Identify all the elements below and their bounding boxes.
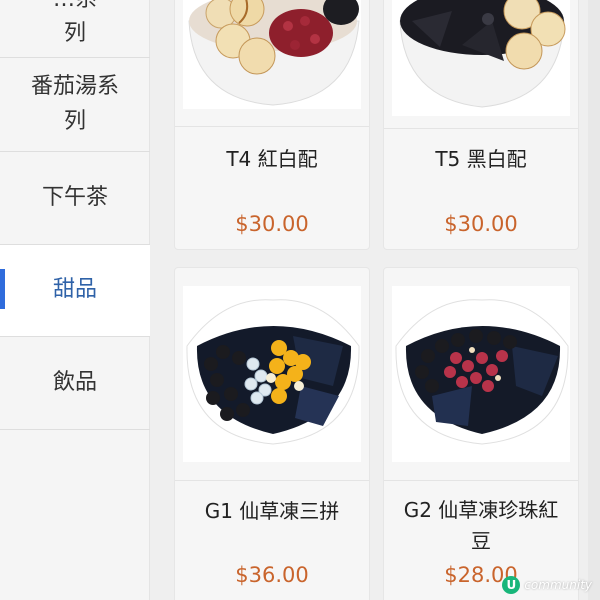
product-name: T4 紅白配: [226, 147, 318, 171]
sidebar-item-afternoon-tea[interactable]: 下午茶: [0, 152, 150, 245]
product-name: G2 仙草凍珍珠紅豆: [403, 498, 559, 553]
card-divider: [175, 126, 369, 127]
product-image: [392, 286, 570, 462]
sidebar-item-previous-series[interactable]: …系 列: [0, 0, 150, 58]
product-image: [392, 0, 570, 116]
sidebar-item-label: 番茄湯系 列: [30, 74, 119, 134]
product-card[interactable]: G2 仙草凍珍珠紅豆 $28.00: [383, 267, 579, 600]
product-card[interactable]: T4 紅白配 $30.00: [174, 0, 370, 250]
product-card[interactable]: G1 仙草凍三拼 $36.00: [174, 267, 370, 600]
sidebar-item-label: 甜品: [52, 277, 97, 303]
product-price: $30.00: [444, 212, 518, 236]
card-divider: [384, 128, 578, 129]
sidebar-item-label: 飲品: [52, 369, 97, 395]
product-price: $36.00: [235, 563, 309, 587]
sidebar-item-desserts[interactable]: 甜品: [0, 245, 150, 337]
product-image: [183, 0, 361, 109]
product-name: T5 黑白配: [435, 147, 527, 171]
product-price: $30.00: [235, 212, 309, 236]
card-divider: [384, 480, 578, 481]
watermark: U community: [502, 576, 592, 594]
sidebar-item-drinks[interactable]: 飲品: [0, 337, 150, 430]
sidebar-item-tomato-soup-series[interactable]: 番茄湯系 列: [0, 58, 150, 152]
product-grid: T4 紅白配 $30.00 T5 黑白配 $30.00 G1 仙草凍三拼 $36…: [150, 0, 600, 600]
product-image: [183, 286, 361, 462]
brand-logo-icon: U: [502, 576, 521, 594]
active-indicator: [0, 269, 5, 309]
watermark-text: community: [524, 578, 592, 592]
product-name: G1 仙草凍三拼: [204, 499, 340, 523]
sidebar-item-label: …系 列: [53, 0, 97, 46]
card-divider: [175, 480, 369, 481]
product-card[interactable]: T5 黑白配 $30.00: [383, 0, 579, 250]
sidebar-item-label: 下午茶: [41, 184, 108, 210]
category-sidebar: …系 列 番茄湯系 列 下午茶 甜品 飲品: [0, 0, 150, 600]
scrollbar[interactable]: [588, 0, 600, 600]
